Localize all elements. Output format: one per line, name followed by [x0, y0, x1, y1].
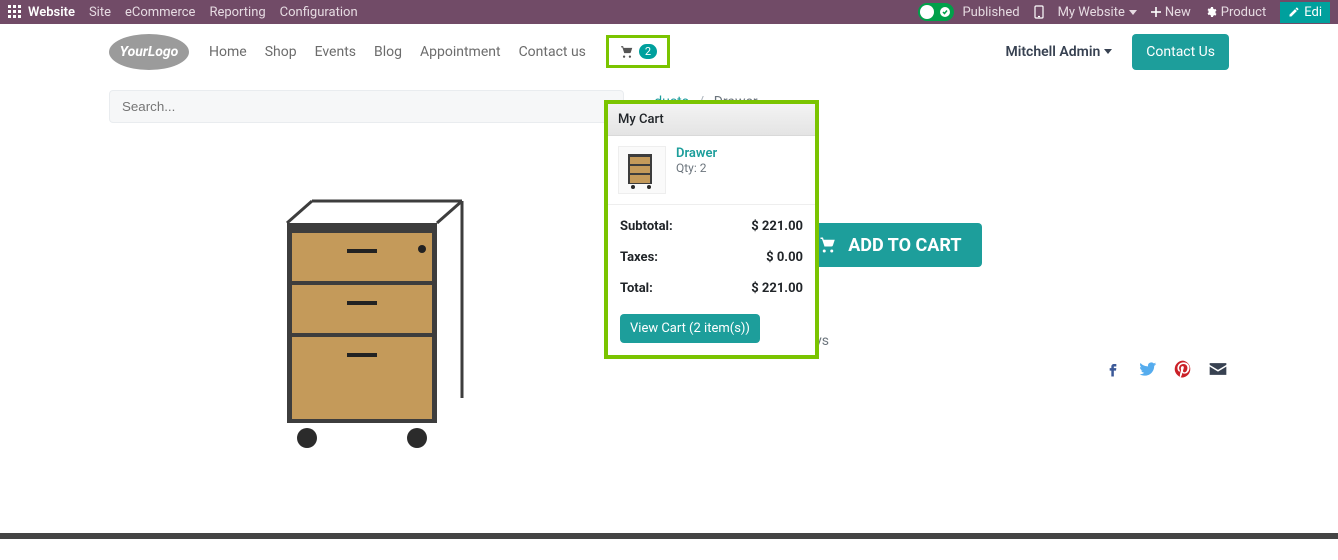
- total-label: Total:: [620, 281, 653, 296]
- plus-icon: [1151, 7, 1161, 17]
- taxes-label: Taxes:: [620, 250, 658, 265]
- email-icon[interactable]: [1207, 359, 1229, 385]
- new-button[interactable]: New: [1151, 5, 1191, 20]
- cart-totals: Subtotal: $ 221.00 Taxes: $ 0.00 Total: …: [608, 205, 815, 310]
- taxes-value: $ 0.00: [766, 250, 803, 265]
- pinterest-icon[interactable]: [1173, 359, 1193, 385]
- toggle-on-icon: [918, 3, 954, 21]
- cart-popup-header: My Cart: [608, 104, 815, 136]
- user-dropdown[interactable]: Mitchell Admin: [1005, 44, 1112, 60]
- site-logo[interactable]: YourLogo: [109, 34, 189, 70]
- app-brand[interactable]: Website: [8, 5, 75, 20]
- view-cart-button[interactable]: View Cart (2 item(s)): [620, 314, 760, 343]
- app-brand-label: Website: [28, 5, 75, 20]
- cart-icon: [619, 45, 635, 59]
- product-label: Product: [1221, 5, 1266, 20]
- product-image: [192, 153, 542, 503]
- pencil-icon: [1288, 6, 1300, 18]
- nav-blog[interactable]: Blog: [374, 44, 402, 60]
- total-value: $ 221.00: [751, 281, 803, 296]
- mobile-icon: [1034, 5, 1044, 19]
- admin-menu-site[interactable]: Site: [89, 5, 111, 20]
- facebook-icon[interactable]: [1103, 359, 1123, 385]
- footer-divider: [0, 533, 1338, 539]
- nav-appointment[interactable]: Appointment: [420, 44, 501, 60]
- cart-item-qty: Qty: 2: [676, 161, 717, 175]
- publish-toggle[interactable]: Published: [918, 3, 1019, 21]
- site-navbar: YourLogo Home Shop Events Blog Appointme…: [109, 24, 1229, 80]
- apps-icon: [8, 5, 22, 19]
- add-to-cart-label: ADD TO CART: [848, 235, 961, 256]
- subtotal-value: $ 221.00: [751, 219, 803, 234]
- nav-home[interactable]: Home: [209, 44, 247, 60]
- published-label: Published: [962, 5, 1019, 20]
- cart-link[interactable]: 2: [606, 35, 670, 68]
- search-input[interactable]: [109, 90, 624, 123]
- cart-item: Drawer Qty: 2: [608, 136, 815, 205]
- admin-bar: Website Site eCommerce Reporting Configu…: [0, 0, 1338, 24]
- share-row: [654, 359, 1229, 385]
- logo-text: YourLogo: [120, 44, 179, 60]
- cart-item-name[interactable]: Drawer: [676, 146, 717, 161]
- cart-count-badge: 2: [639, 44, 657, 59]
- add-to-cart-button[interactable]: ADD TO CART: [798, 223, 981, 267]
- edit-label: Edi: [1304, 5, 1322, 20]
- mywebsite-label: My Website: [1058, 5, 1125, 20]
- nav-events[interactable]: Events: [315, 44, 356, 60]
- drawer-illustration: [257, 193, 477, 463]
- nav-links: Home Shop Events Blog Appointment Contac…: [209, 44, 586, 60]
- subtotal-label: Subtotal:: [620, 219, 673, 234]
- twitter-icon[interactable]: [1137, 359, 1159, 385]
- gear-icon: [1205, 6, 1217, 18]
- nav-contact[interactable]: Contact us: [519, 44, 586, 60]
- admin-menu-configuration[interactable]: Configuration: [280, 5, 358, 20]
- nav-shop[interactable]: Shop: [265, 44, 297, 60]
- cart-icon: [818, 236, 838, 254]
- caret-down-icon: [1129, 10, 1137, 15]
- mobile-preview[interactable]: [1034, 5, 1044, 19]
- admin-menu-ecommerce[interactable]: eCommerce: [125, 5, 195, 20]
- product-settings[interactable]: Product: [1205, 5, 1266, 20]
- admin-menu-reporting[interactable]: Reporting: [209, 5, 265, 20]
- user-name: Mitchell Admin: [1005, 44, 1100, 60]
- new-label: New: [1165, 5, 1191, 20]
- edit-button[interactable]: Edi: [1280, 2, 1330, 23]
- cart-item-thumbnail: [618, 146, 666, 194]
- contact-us-button[interactable]: Contact Us: [1132, 34, 1229, 70]
- website-switcher[interactable]: My Website: [1058, 5, 1137, 20]
- caret-down-icon: [1104, 49, 1112, 54]
- cart-popup: My Cart Drawer Qty: 2 Subtotal: $ 221.00…: [604, 100, 819, 359]
